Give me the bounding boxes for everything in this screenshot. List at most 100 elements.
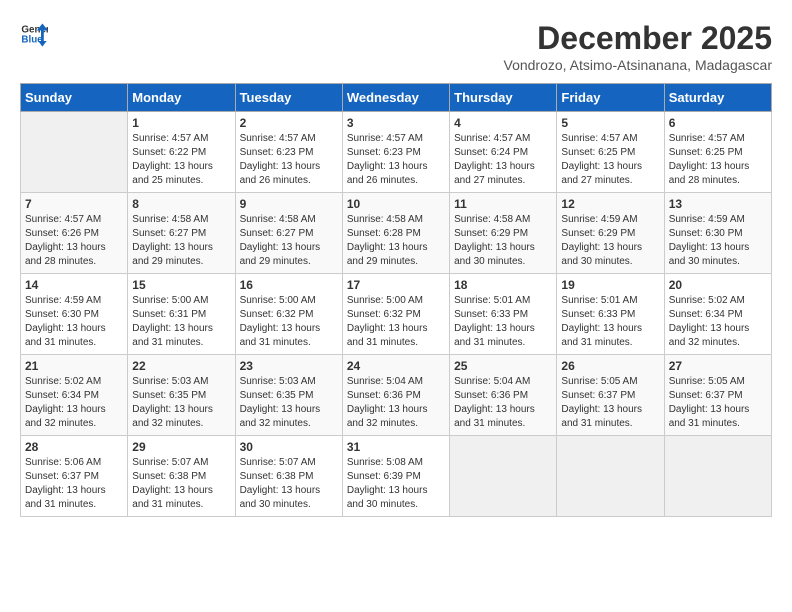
calendar-cell: 5Sunrise: 4:57 AMSunset: 6:25 PMDaylight… <box>557 112 664 193</box>
day-info: Sunrise: 5:05 AMSunset: 6:37 PMDaylight:… <box>669 375 767 431</box>
calendar-cell: 9 Sunrise: 4:58 AMSunset: 6:27 PMDaylight… <box>235 193 342 274</box>
day-info: Sunrise: 4:59 AMSunset: 6:30 PMDaylight:… <box>25 294 123 350</box>
calendar-cell: 17 Sunrise: 5:00 AMSunset: 6:32 PMDayligh… <box>342 274 449 355</box>
calendar-cell: 18Sunrise: 5:01 AMSunset: 6:33 PMDayligh… <box>450 274 557 355</box>
calendar-cell <box>557 436 664 517</box>
day-number: 17 <box>347 278 445 292</box>
day-info: Sunrise: 5:03 AMSunset: 6:35 PMDaylight:… <box>132 375 230 431</box>
calendar-week-1: 1 Sunrise: 4:57 AMSunset: 6:22 PMDaylight… <box>21 112 772 193</box>
calendar-week-2: 7 Sunrise: 4:57 AMSunset: 6:26 PMDaylight… <box>21 193 772 274</box>
day-info: Sunrise: 4:59 AMSunset: 6:29 PMDaylight:… <box>561 213 659 269</box>
day-number: 28 <box>25 440 123 454</box>
location: Vondrozo, Atsimo-Atsinanana, Madagascar <box>504 57 773 73</box>
calendar-header-row: SundayMondayTuesdayWednesdayThursdayFrid… <box>21 84 772 112</box>
calendar-cell: 14 Sunrise: 4:59 AMSunset: 6:30 PMDayligh… <box>21 274 128 355</box>
day-info: Sunrise: 5:03 AMSunset: 6:35 PMDaylight:… <box>240 375 338 431</box>
day-info: Sunrise: 5:02 AMSunset: 6:34 PMDaylight:… <box>25 375 123 431</box>
calendar-cell: 11 Sunrise: 4:58 AMSunset: 6:29 PMDayligh… <box>450 193 557 274</box>
day-info: Sunrise: 4:57 AMSunset: 6:25 PMDaylight:… <box>669 132 767 188</box>
day-number: 1 <box>132 116 230 130</box>
day-info: Sunrise: 5:08 AMSunset: 6:39 PMDaylight:… <box>347 456 445 512</box>
day-number: 30 <box>240 440 338 454</box>
day-number: 10 <box>347 197 445 211</box>
calendar-cell: 23Sunrise: 5:03 AMSunset: 6:35 PMDayligh… <box>235 355 342 436</box>
day-info: Sunrise: 5:01 AMSunset: 6:33 PMDaylight:… <box>561 294 659 350</box>
day-info: Sunrise: 4:58 AMSunset: 6:27 PMDaylight:… <box>240 213 338 269</box>
calendar-week-5: 28 Sunrise: 5:06 AMSunset: 6:37 PMDayligh… <box>21 436 772 517</box>
day-info: Sunrise: 4:58 AMSunset: 6:29 PMDaylight:… <box>454 213 552 269</box>
day-info: Sunrise: 4:57 AMSunset: 6:23 PMDaylight:… <box>240 132 338 188</box>
day-info: Sunrise: 4:57 AMSunset: 6:26 PMDaylight:… <box>25 213 123 269</box>
day-number: 25 <box>454 359 552 373</box>
calendar-cell: 7 Sunrise: 4:57 AMSunset: 6:26 PMDaylight… <box>21 193 128 274</box>
calendar-cell: 15Sunrise: 5:00 AMSunset: 6:31 PMDayligh… <box>128 274 235 355</box>
col-header-monday: Monday <box>128 84 235 112</box>
calendar-cell: 21Sunrise: 5:02 AMSunset: 6:34 PMDayligh… <box>21 355 128 436</box>
day-number: 2 <box>240 116 338 130</box>
day-number: 22 <box>132 359 230 373</box>
day-info: Sunrise: 4:57 AMSunset: 6:23 PMDaylight:… <box>347 132 445 188</box>
svg-text:Blue: Blue <box>21 34 43 45</box>
day-info: Sunrise: 4:58 AMSunset: 6:27 PMDaylight:… <box>132 213 230 269</box>
calendar-cell: 6Sunrise: 4:57 AMSunset: 6:25 PMDaylight… <box>664 112 771 193</box>
day-number: 31 <box>347 440 445 454</box>
calendar-cell: 12 Sunrise: 4:59 AMSunset: 6:29 PMDayligh… <box>557 193 664 274</box>
day-number: 11 <box>454 197 552 211</box>
day-number: 24 <box>347 359 445 373</box>
day-number: 3 <box>347 116 445 130</box>
day-number: 19 <box>561 278 659 292</box>
col-header-sunday: Sunday <box>21 84 128 112</box>
calendar-cell: 2 Sunrise: 4:57 AMSunset: 6:23 PMDaylight… <box>235 112 342 193</box>
calendar-cell: 4 Sunrise: 4:57 AMSunset: 6:24 PMDaylight… <box>450 112 557 193</box>
day-info: Sunrise: 5:04 AMSunset: 6:36 PMDaylight:… <box>347 375 445 431</box>
calendar-cell: 31 Sunrise: 5:08 AMSunset: 6:39 PMDayligh… <box>342 436 449 517</box>
day-number: 9 <box>240 197 338 211</box>
col-header-thursday: Thursday <box>450 84 557 112</box>
day-info: Sunrise: 4:57 AMSunset: 6:24 PMDaylight:… <box>454 132 552 188</box>
day-number: 15 <box>132 278 230 292</box>
col-header-friday: Friday <box>557 84 664 112</box>
calendar-week-4: 21Sunrise: 5:02 AMSunset: 6:34 PMDayligh… <box>21 355 772 436</box>
day-number: 4 <box>454 116 552 130</box>
calendar-cell: 10 Sunrise: 4:58 AMSunset: 6:28 PMDayligh… <box>342 193 449 274</box>
calendar-table: SundayMondayTuesdayWednesdayThursdayFrid… <box>20 83 772 517</box>
day-info: Sunrise: 5:07 AMSunset: 6:38 PMDaylight:… <box>132 456 230 512</box>
month-title: December 2025 <box>504 20 773 57</box>
day-info: Sunrise: 4:58 AMSunset: 6:28 PMDaylight:… <box>347 213 445 269</box>
calendar-cell <box>664 436 771 517</box>
day-number: 7 <box>25 197 123 211</box>
day-info: Sunrise: 4:59 AMSunset: 6:30 PMDaylight:… <box>669 213 767 269</box>
logo: General Blue <box>20 20 48 48</box>
col-header-saturday: Saturday <box>664 84 771 112</box>
calendar-cell: 8 Sunrise: 4:58 AMSunset: 6:27 PMDaylight… <box>128 193 235 274</box>
day-number: 14 <box>25 278 123 292</box>
calendar-cell: 13 Sunrise: 4:59 AMSunset: 6:30 PMDayligh… <box>664 193 771 274</box>
day-number: 16 <box>240 278 338 292</box>
logo-icon: General Blue <box>20 20 48 48</box>
day-number: 27 <box>669 359 767 373</box>
day-number: 12 <box>561 197 659 211</box>
calendar-cell: 28 Sunrise: 5:06 AMSunset: 6:37 PMDayligh… <box>21 436 128 517</box>
calendar-cell <box>450 436 557 517</box>
day-info: Sunrise: 5:02 AMSunset: 6:34 PMDaylight:… <box>669 294 767 350</box>
day-number: 5 <box>561 116 659 130</box>
title-block: December 2025 Vondrozo, Atsimo-Atsinanan… <box>504 20 773 73</box>
day-info: Sunrise: 5:00 AMSunset: 6:32 PMDaylight:… <box>240 294 338 350</box>
day-info: Sunrise: 5:07 AMSunset: 6:38 PMDaylight:… <box>240 456 338 512</box>
calendar-cell: 22 Sunrise: 5:03 AMSunset: 6:35 PMDayligh… <box>128 355 235 436</box>
calendar-cell <box>21 112 128 193</box>
calendar-cell: 26Sunrise: 5:05 AMSunset: 6:37 PMDayligh… <box>557 355 664 436</box>
day-info: Sunrise: 5:06 AMSunset: 6:37 PMDaylight:… <box>25 456 123 512</box>
day-info: Sunrise: 5:00 AMSunset: 6:32 PMDaylight:… <box>347 294 445 350</box>
day-number: 18 <box>454 278 552 292</box>
day-info: Sunrise: 4:57 AMSunset: 6:22 PMDaylight:… <box>132 132 230 188</box>
calendar-cell: 24 Sunrise: 5:04 AMSunset: 6:36 PMDayligh… <box>342 355 449 436</box>
calendar-cell: 30 Sunrise: 5:07 AMSunset: 6:38 PMDayligh… <box>235 436 342 517</box>
calendar-cell: 27 Sunrise: 5:05 AMSunset: 6:37 PMDayligh… <box>664 355 771 436</box>
calendar-cell: 16 Sunrise: 5:00 AMSunset: 6:32 PMDayligh… <box>235 274 342 355</box>
calendar-cell: 19 Sunrise: 5:01 AMSunset: 6:33 PMDayligh… <box>557 274 664 355</box>
day-number: 8 <box>132 197 230 211</box>
col-header-wednesday: Wednesday <box>342 84 449 112</box>
day-number: 13 <box>669 197 767 211</box>
day-info: Sunrise: 5:04 AMSunset: 6:36 PMDaylight:… <box>454 375 552 431</box>
